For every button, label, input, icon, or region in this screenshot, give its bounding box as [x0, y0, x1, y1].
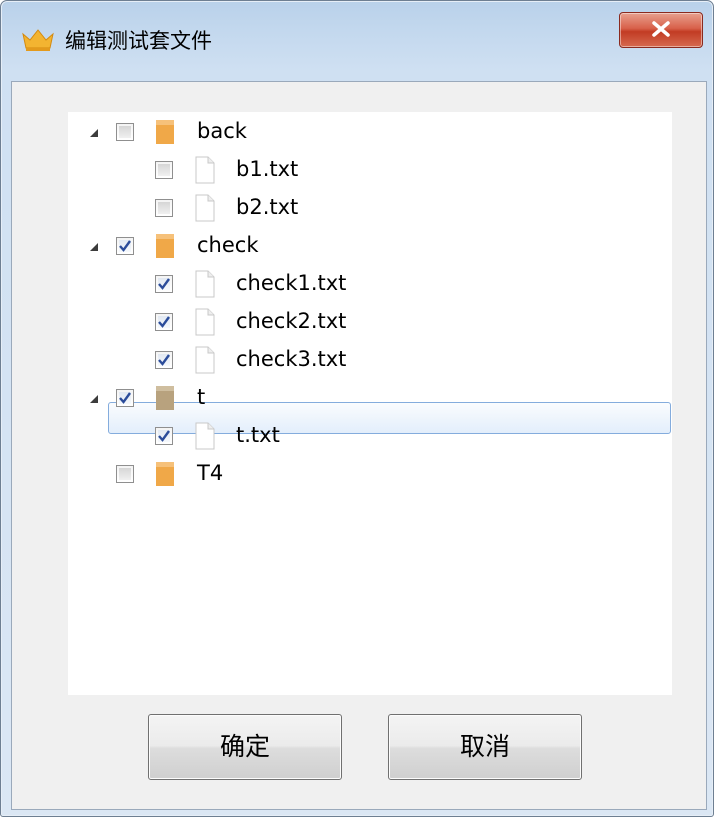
ok-button[interactable]: 确定: [148, 714, 342, 780]
cancel-button[interactable]: 取消: [388, 714, 582, 780]
tree-item-check2-txt[interactable]: check2.txt: [68, 307, 672, 337]
checkmark-icon: [158, 316, 170, 328]
tree-item-label: T4: [197, 461, 224, 485]
window-title: 编辑测试套文件: [65, 29, 212, 53]
tree-item-b1-txt[interactable]: b1.txt: [68, 155, 672, 185]
expand-triangle-icon[interactable]: [89, 394, 99, 404]
crown-icon: [22, 29, 54, 51]
checkbox[interactable]: [116, 465, 134, 483]
checkmark-icon: [158, 278, 170, 290]
expand-triangle-icon[interactable]: [89, 128, 99, 138]
checkmark-icon: [119, 392, 131, 404]
file-icon: [195, 194, 215, 222]
file-icon: [195, 346, 215, 374]
tree-item-label: back: [197, 119, 247, 143]
folder-icon: [156, 462, 174, 486]
folder-icon: [156, 120, 174, 144]
checkmark-icon: [158, 354, 170, 366]
checkbox[interactable]: [155, 199, 173, 217]
checkbox[interactable]: [155, 275, 173, 293]
file-icon: [195, 156, 215, 184]
checkbox[interactable]: [155, 351, 173, 369]
checkbox[interactable]: [155, 161, 173, 179]
tree-item-label: check2.txt: [236, 309, 347, 333]
tree-item-t[interactable]: t: [68, 383, 672, 413]
checkbox[interactable]: [116, 237, 134, 255]
folder-icon: [156, 234, 174, 258]
file-tree[interactable]: back b1.txt b2.txt check check1.txt chec…: [68, 112, 672, 695]
dialog-window: 编辑测试套文件 back b1.txt b2.txt check check1.…: [0, 0, 714, 817]
tree-item-label: b2.txt: [236, 195, 299, 219]
tree-item-label: t: [197, 385, 206, 409]
checkbox[interactable]: [155, 313, 173, 331]
checkbox[interactable]: [116, 123, 134, 141]
file-icon: [195, 422, 215, 450]
expand-triangle-icon[interactable]: [89, 242, 99, 252]
tree-item-label: check3.txt: [236, 347, 347, 371]
checkmark-icon: [119, 240, 131, 252]
dialog-content: back b1.txt b2.txt check check1.txt chec…: [11, 81, 707, 810]
tree-item-label: t.txt: [236, 423, 280, 447]
file-icon: [195, 270, 215, 298]
tree-item-b2-txt[interactable]: b2.txt: [68, 193, 672, 223]
file-icon: [195, 308, 215, 336]
checkbox[interactable]: [116, 389, 134, 407]
tree-item-T4[interactable]: T4: [68, 459, 672, 489]
tree-item-check[interactable]: check: [68, 231, 672, 261]
checkmark-icon: [158, 430, 170, 442]
tree-item-label: check: [197, 233, 259, 257]
checkbox[interactable]: [155, 427, 173, 445]
tree-item-back[interactable]: back: [68, 117, 672, 147]
tree-item-label: b1.txt: [236, 157, 299, 181]
tree-item-t-txt[interactable]: t.txt: [68, 421, 672, 451]
title-bar[interactable]: 编辑测试套文件: [1, 1, 713, 81]
close-button[interactable]: [619, 12, 703, 48]
tree-item-label: check1.txt: [236, 271, 347, 295]
close-icon: [652, 21, 670, 37]
tree-item-check1-txt[interactable]: check1.txt: [68, 269, 672, 299]
folder-icon: [156, 386, 174, 410]
tree-item-check3-txt[interactable]: check3.txt: [68, 345, 672, 375]
